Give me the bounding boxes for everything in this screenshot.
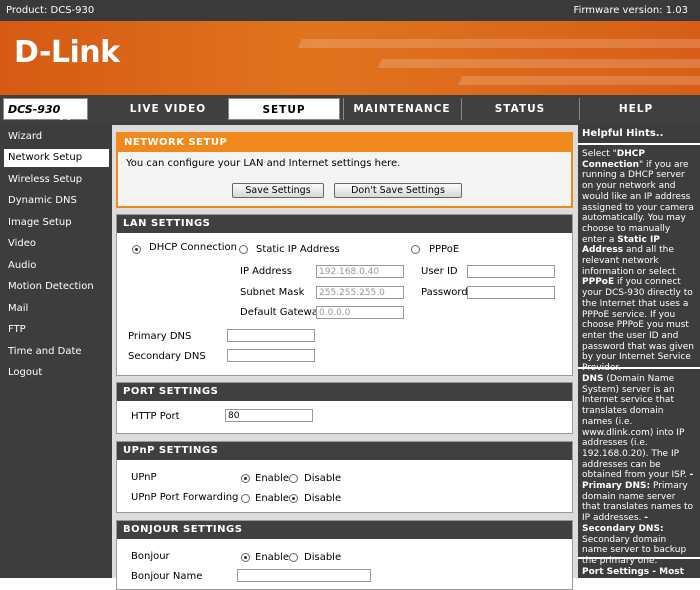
upnp-label: UPnP: [131, 472, 157, 483]
upnp-settings-title: UPnP SETTINGS: [117, 442, 572, 460]
pppoe-label: PPPoE: [429, 244, 460, 255]
default-gateway-input[interactable]: 0.0.0.0: [316, 306, 404, 319]
password-input[interactable]: [467, 286, 555, 299]
helpful-hints-panel: Helpful Hints.. Select "DHCP Connection"…: [578, 125, 700, 578]
sidebar-item-image-setup[interactable]: Image Setup: [4, 214, 109, 232]
bonjour-disable-radio[interactable]: [289, 553, 298, 562]
primary-dns-input[interactable]: [227, 329, 315, 342]
port-settings-panel: PORT SETTINGS HTTP Port 80: [116, 382, 573, 434]
static-ip-radio[interactable]: [239, 245, 248, 254]
network-setup-title: NETWORK SETUP: [118, 134, 571, 152]
user-id-input[interactable]: [467, 265, 555, 278]
http-port-label: HTTP Port: [131, 411, 180, 422]
ip-address-input[interactable]: 192.168.0.40: [316, 265, 404, 278]
sidebar-item-wireless-setup[interactable]: Wireless Setup: [4, 171, 109, 189]
bonjour-name-input[interactable]: [237, 569, 371, 582]
forwarding-enable-label: Enable: [255, 493, 290, 504]
lan-settings-title: LAN SETTINGS: [117, 215, 572, 233]
upnp-settings-panel: UPnP SETTINGS UPnP Enable Disable UPnP P…: [116, 441, 573, 513]
bonjour-enable-label: Enable: [255, 552, 290, 563]
save-settings-button[interactable]: Save Settings: [232, 183, 324, 198]
sidebar-item-ftp[interactable]: FTP: [4, 321, 109, 339]
hints-connection-text: Select "DHCP Connection" if you are runn…: [582, 149, 694, 373]
forwarding-disable-radio[interactable]: [289, 494, 298, 503]
subnet-mask-label: Subnet Mask: [240, 287, 305, 298]
dlink-logo: D-Link: [14, 35, 120, 70]
tab-maintenance[interactable]: MAINTENANCE: [345, 98, 459, 120]
subnet-mask-input[interactable]: 255.255.255.0: [316, 286, 404, 299]
sidebar-item-time-and-date[interactable]: Time and Date: [4, 343, 109, 361]
hints-dns-text: DNS (Domain Name System) server is an In…: [582, 374, 694, 566]
product-label: Product: DCS-930: [6, 5, 95, 16]
network-setup-description: You can configure your LAN and Internet …: [126, 158, 401, 169]
sidebar-item-dynamic-dns[interactable]: Dynamic DNS: [4, 192, 109, 210]
sidebar-item-video[interactable]: Video: [4, 235, 109, 253]
hints-title: Helpful Hints..: [582, 128, 664, 139]
secondary-dns-label: Secondary DNS: [128, 351, 206, 362]
upnp-enable-radio[interactable]: [241, 474, 250, 483]
lan-settings-panel: LAN SETTINGS DHCP Connection Static IP A…: [116, 214, 573, 376]
tab-live-video[interactable]: LIVE VIDEO: [112, 98, 224, 120]
brand-banner: D-Link: [0, 21, 700, 95]
bonjour-settings-panel: BONJOUR SETTINGS Bonjour Enable Disable …: [116, 520, 573, 590]
hints-port-text: Port Settings - Most: [582, 567, 684, 577]
sidebar-item-wizard[interactable]: Wizard: [4, 128, 109, 146]
bonjour-disable-label: Disable: [304, 552, 342, 563]
user-id-label: User ID: [421, 266, 458, 277]
ip-address-label: IP Address: [240, 266, 292, 277]
static-ip-label: Static IP Address: [256, 244, 340, 255]
tab-setup[interactable]: SETUP: [228, 98, 340, 120]
upnp-disable-radio[interactable]: [289, 474, 298, 483]
dhcp-radio[interactable]: [132, 245, 141, 254]
network-setup-panel: NETWORK SETUP You can configure your LAN…: [116, 132, 573, 208]
bonjour-name-label: Bonjour Name: [131, 571, 203, 582]
firmware-label: Firmware version: 1.03: [573, 5, 688, 16]
dont-save-settings-button[interactable]: Don't Save Settings: [334, 183, 462, 198]
primary-dns-label: Primary DNS: [128, 331, 192, 342]
upnp-enable-label: Enable: [255, 473, 290, 484]
top-bar: Product: DCS-930 Firmware version: 1.03: [0, 0, 700, 21]
sidebar-item-audio[interactable]: Audio: [4, 257, 109, 275]
bonjour-label: Bonjour: [131, 551, 170, 562]
upnp-disable-label: Disable: [304, 473, 342, 484]
bonjour-settings-title: BONJOUR SETTINGS: [117, 521, 572, 539]
sidebar-item-mail[interactable]: Mail: [4, 300, 109, 318]
upnp-forwarding-label: UPnP Port Forwarding: [131, 492, 239, 503]
sidebar-item-network-setup[interactable]: Network Setup: [4, 149, 109, 167]
main-content: NETWORK SETUP You can configure your LAN…: [112, 125, 578, 590]
main-nav: DCS-930 // LIVE VIDEO SETUP MAINTENANCE …: [0, 95, 700, 125]
secondary-dns-input[interactable]: [227, 349, 315, 362]
port-settings-title: PORT SETTINGS: [117, 383, 572, 401]
sidebar-item-logout[interactable]: Logout: [4, 364, 109, 382]
password-label: Password: [421, 287, 468, 298]
pppoe-radio[interactable]: [411, 245, 420, 254]
tab-status[interactable]: STATUS: [463, 98, 577, 120]
tab-help[interactable]: HELP: [581, 98, 691, 120]
slash-decoration: //: [62, 99, 77, 123]
bonjour-enable-radio[interactable]: [241, 553, 250, 562]
sidebar-item-motion-detection[interactable]: Motion Detection: [4, 278, 109, 296]
http-port-input[interactable]: 80: [225, 409, 313, 422]
default-gateway-label: Default Gateway: [240, 307, 324, 318]
forwarding-enable-radio[interactable]: [241, 494, 250, 503]
dhcp-label: DHCP Connection: [149, 242, 237, 253]
forwarding-disable-label: Disable: [304, 493, 342, 504]
sidebar: Wizard Network Setup Wireless Setup Dyna…: [0, 125, 112, 578]
